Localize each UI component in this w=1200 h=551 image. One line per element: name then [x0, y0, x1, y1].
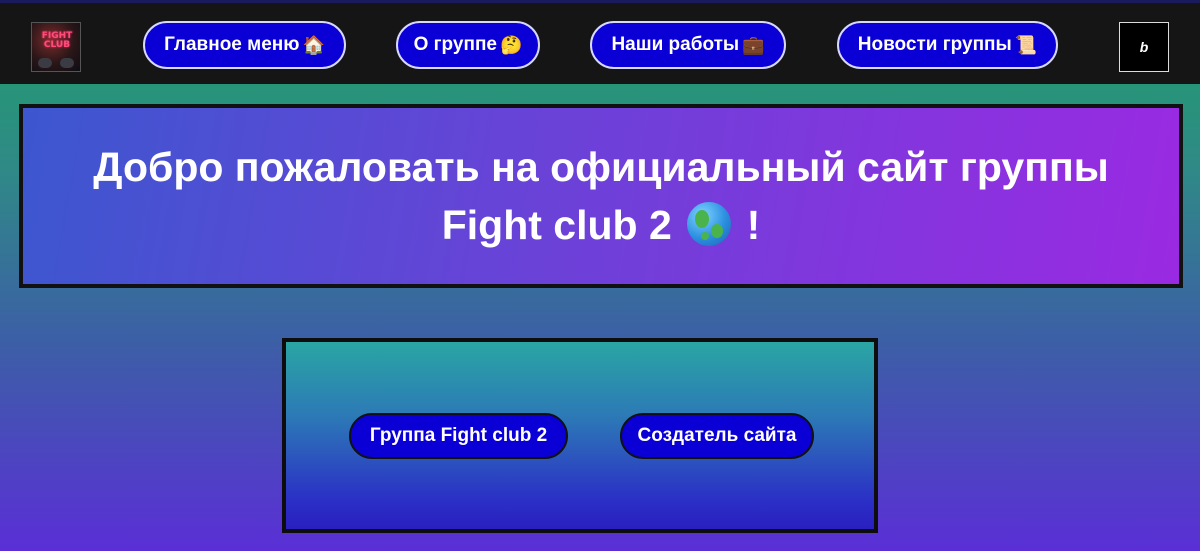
nav-news-label: Новости группы — [857, 34, 1012, 55]
nav-works-label: Наши работы — [611, 34, 740, 55]
nav-news-button[interactable]: Новости группы 📜 — [837, 21, 1058, 69]
nav-main-menu-button[interactable]: Главное меню 🏠 — [143, 21, 346, 69]
welcome-exclaim: ! — [746, 202, 761, 248]
logo[interactable]: FIGHT CLUB — [31, 22, 81, 72]
welcome-heading: Добро пожаловать на официальный сайт гру… — [93, 138, 1109, 254]
welcome-line1: Добро пожаловать на официальный сайт гру… — [93, 144, 1109, 190]
thinking-face-icon: 🤔 — [500, 34, 523, 56]
logo-text: FIGHT CLUB — [41, 31, 73, 50]
nav-about-button[interactable]: О группе 🤔 — [396, 21, 540, 69]
group-name: Fight club 2 — [441, 202, 672, 248]
links-panel: Группа Fight club 2 Создатель сайта — [282, 338, 878, 533]
briefcase-icon: 💼 — [742, 34, 765, 56]
navbar: FIGHT CLUB Главное меню 🏠 О группе 🤔 Наш… — [0, 3, 1200, 84]
group-button[interactable]: Группа Fight club 2 — [349, 413, 568, 459]
globe-icon — [687, 202, 732, 246]
nav-works-button[interactable]: Наши работы 💼 — [590, 21, 786, 69]
creator-button[interactable]: Создатель сайта — [620, 413, 814, 459]
glove-icon — [60, 58, 74, 68]
scroll-icon: 📜 — [1014, 34, 1038, 56]
house-icon: 🏠 — [302, 34, 325, 56]
welcome-banner: Добро пожаловать на официальный сайт гру… — [19, 104, 1183, 288]
b-button[interactable]: b — [1119, 22, 1169, 72]
nav-about-label: О группе — [413, 34, 497, 55]
nav-main-menu-label: Главное меню — [164, 34, 300, 55]
glove-icon — [38, 58, 52, 68]
